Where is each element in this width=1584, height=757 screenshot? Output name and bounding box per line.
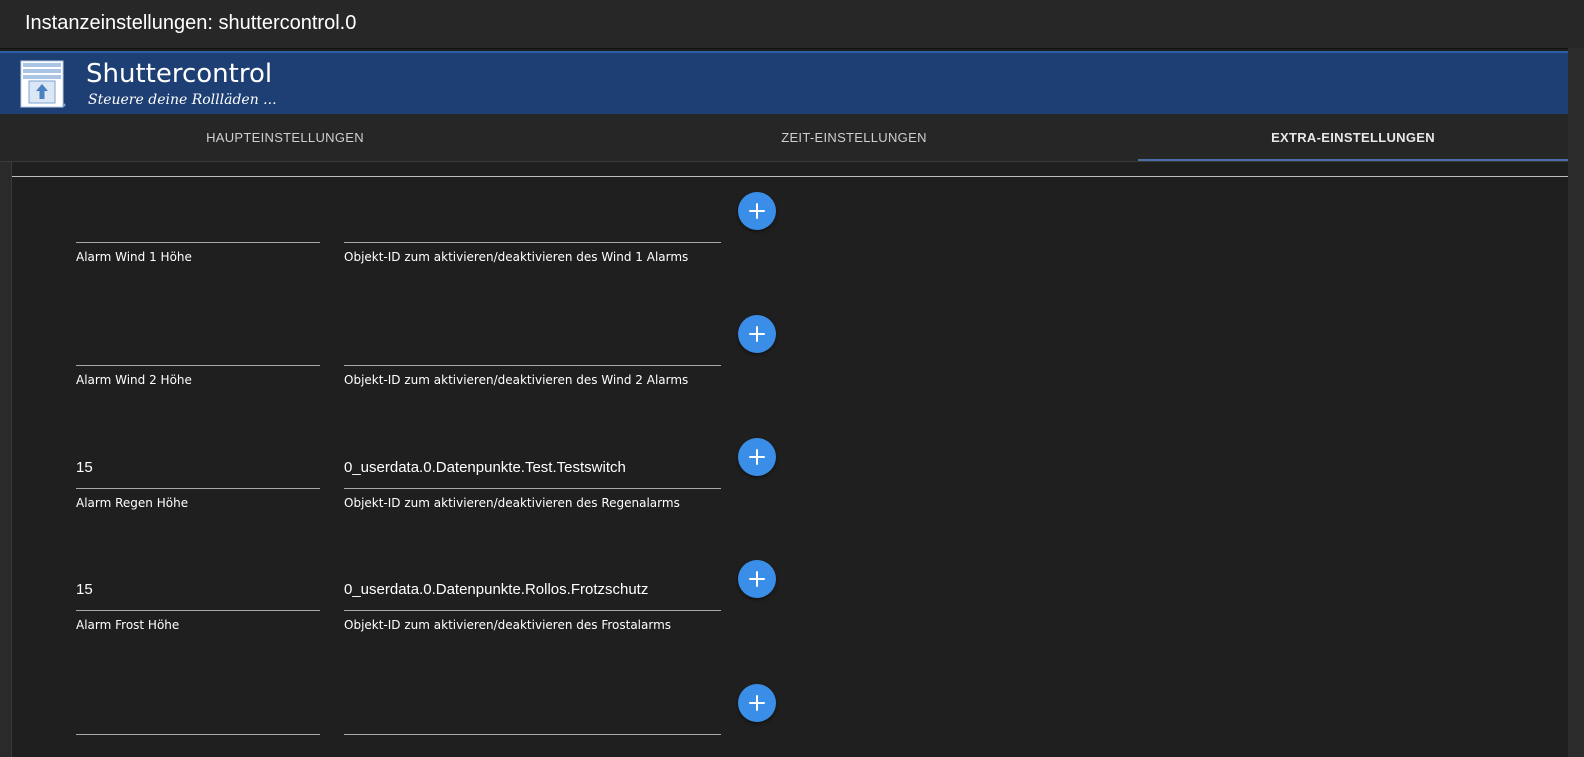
window-title: Instanzeinstellungen: shuttercontrol.0 (25, 12, 357, 34)
alarm-row-wind1: Alarm Wind 1 Höhe Objekt-ID zum aktivier… (0, 192, 1568, 278)
shutter-logo-icon (20, 60, 66, 108)
tab-zeit-einstellungen[interactable]: ZEIT-EINSTELLUNGEN (569, 114, 1139, 161)
object-id-label: Objekt-ID zum aktivieren/deaktivieren de… (344, 250, 689, 264)
vertical-scrollbar[interactable] (1568, 48, 1584, 757)
add-object-button[interactable] (738, 438, 776, 476)
alarm-height-input[interactable] (76, 690, 320, 735)
adapter-banner: Shuttercontrol Steuere deine Rollläden .… (0, 51, 1568, 115)
adapter-subtitle: Steuere deine Rollläden ... (88, 92, 277, 108)
object-id-value: 0_userdata.0.Datenpunkte.Test.Testswitch (344, 459, 626, 476)
alarm-height-input[interactable] (76, 321, 320, 366)
plus-icon (749, 695, 765, 711)
section-divider (12, 176, 1568, 177)
plus-icon (749, 203, 765, 219)
alarm-row-regen: 15 Alarm Regen Höhe 0_userdata.0.Datenpu… (0, 438, 1568, 524)
plus-icon (749, 571, 765, 587)
alarm-height-label: Alarm Regen Höhe (76, 496, 189, 510)
alarm-height-label: Alarm Frost Höhe (76, 618, 180, 632)
alarm-height-label: Alarm Wind 2 Höhe (76, 373, 192, 387)
alarm-height-value: 15 (76, 459, 93, 476)
add-object-button[interactable] (738, 560, 776, 598)
plus-icon (749, 326, 765, 342)
object-id-label: Objekt-ID zum aktivieren/deaktivieren de… (344, 373, 689, 387)
alarm-row-wind2: Alarm Wind 2 Höhe Objekt-ID zum aktivier… (0, 315, 1568, 401)
alarm-row-next (0, 684, 1568, 757)
window-titlebar: Instanzeinstellungen: shuttercontrol.0 (0, 0, 1584, 49)
object-id-input[interactable]: 0_userdata.0.Datenpunkte.Rollos.Frotzsch… (344, 566, 721, 611)
alarm-height-value: 15 (76, 581, 93, 598)
active-tab-indicator (1138, 159, 1568, 161)
object-id-input[interactable] (344, 690, 721, 735)
tab-haupteinstellungen[interactable]: HAUPTEINSTELLUNGEN (0, 114, 570, 161)
alarm-height-input[interactable] (76, 198, 320, 243)
alarm-row-frost: 15 Alarm Frost Höhe 0_userdata.0.Datenpu… (0, 560, 1568, 646)
tab-extra-einstellungen-label: EXTRA-EINSTELLUNGEN (1271, 130, 1435, 145)
tab-extra-einstellungen[interactable]: EXTRA-EINSTELLUNGEN (1138, 114, 1568, 161)
settings-tabs: HAUPTEINSTELLUNGEN ZEIT-EINSTELLUNGEN EX… (0, 114, 1568, 162)
add-object-button[interactable] (738, 315, 776, 353)
object-id-value: 0_userdata.0.Datenpunkte.Rollos.Frotzsch… (344, 581, 649, 598)
object-id-input[interactable]: 0_userdata.0.Datenpunkte.Test.Testswitch (344, 444, 721, 489)
plus-icon (749, 449, 765, 465)
alarm-height-input[interactable]: 15 (76, 566, 320, 611)
object-id-input[interactable] (344, 321, 721, 366)
adapter-title: Shuttercontrol (86, 59, 273, 89)
object-id-label: Objekt-ID zum aktivieren/deaktivieren de… (344, 618, 672, 632)
add-object-button[interactable] (738, 684, 776, 722)
alarm-height-input[interactable]: 15 (76, 444, 320, 489)
object-id-input[interactable] (344, 198, 721, 243)
add-object-button[interactable] (738, 192, 776, 230)
alarm-height-label: Alarm Wind 1 Höhe (76, 250, 192, 264)
object-id-label: Objekt-ID zum aktivieren/deaktivieren de… (344, 496, 680, 510)
